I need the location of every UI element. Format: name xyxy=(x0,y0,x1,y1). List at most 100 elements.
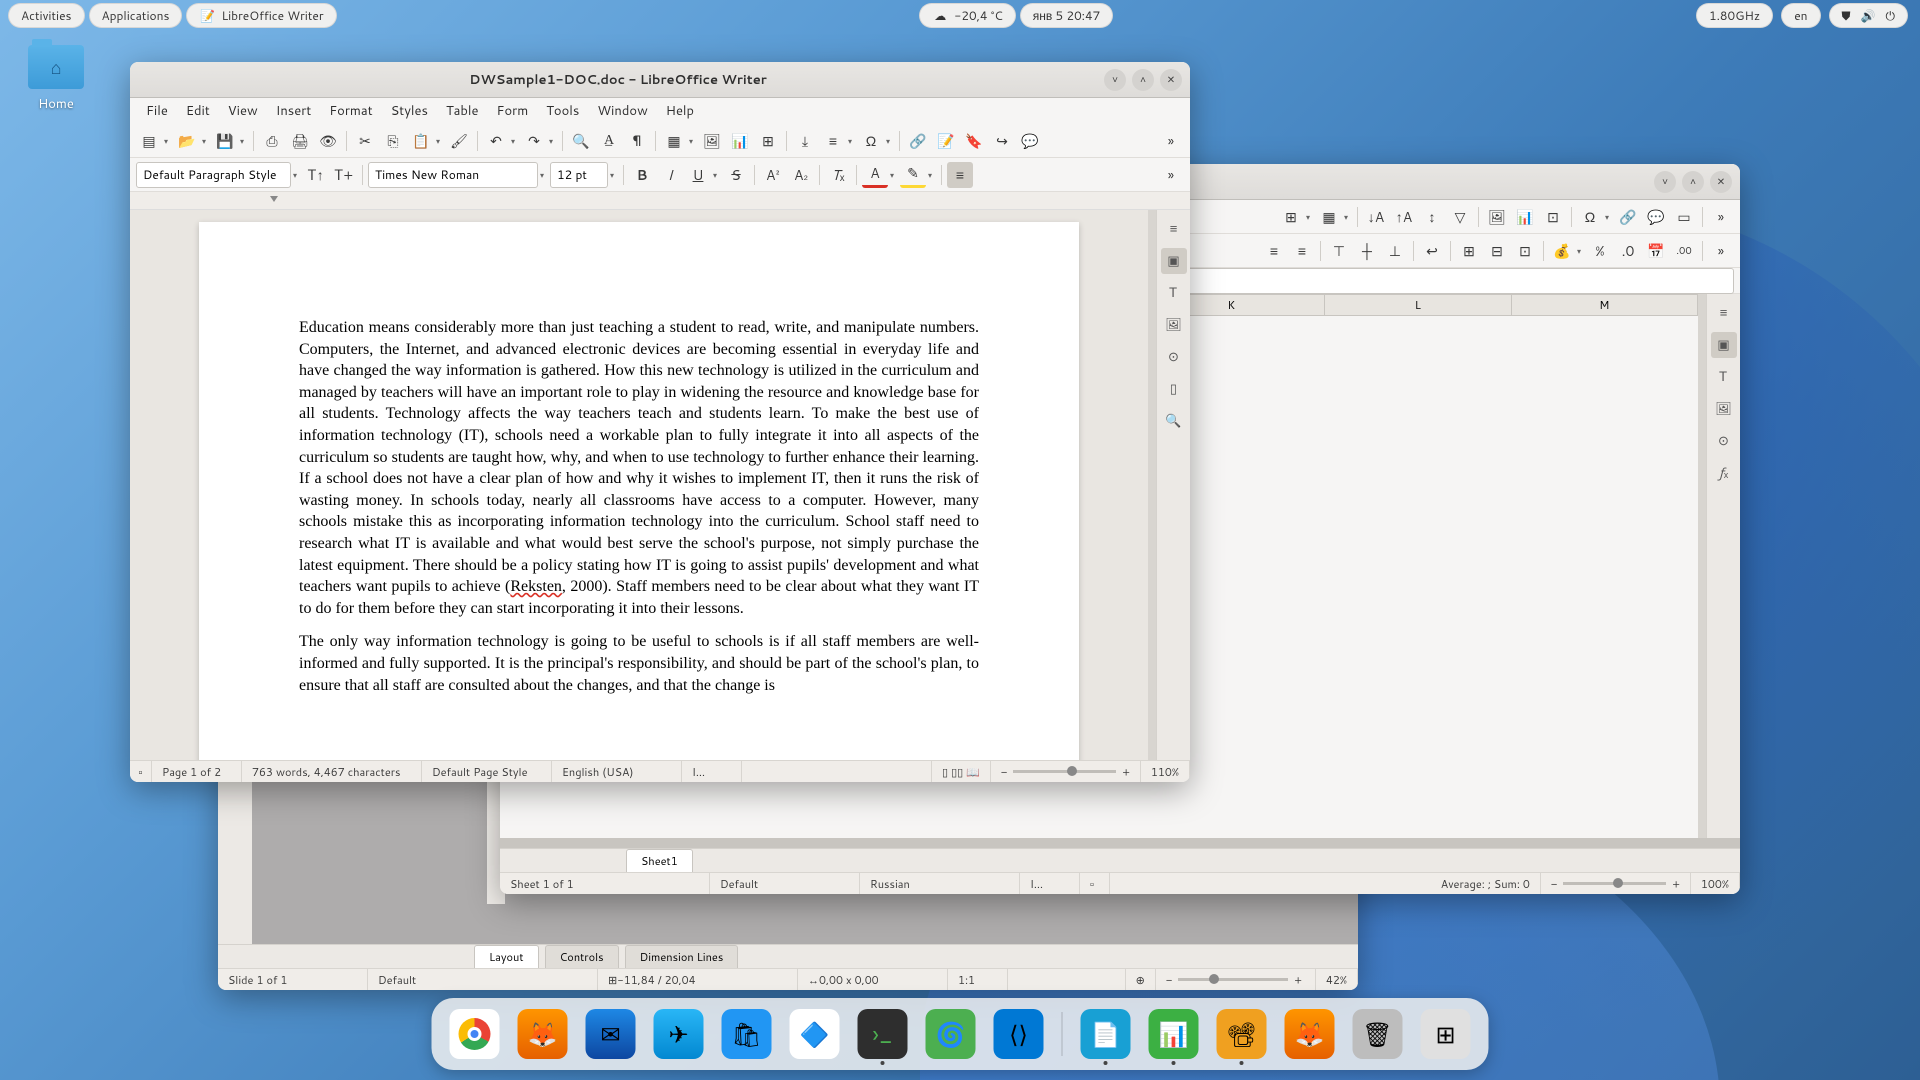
paste-icon[interactable]: 📋 xyxy=(408,128,434,154)
insert-image-icon[interactable]: 🖼 xyxy=(699,128,725,154)
draw-zoom-value[interactable]: 42% xyxy=(1316,969,1358,990)
calc-number-icon[interactable]: .0 xyxy=(1615,238,1641,264)
calc-sort-asc-icon[interactable]: ↓A xyxy=(1363,204,1389,230)
save-icon[interactable]: 💾 xyxy=(212,128,238,154)
status-zoom-value[interactable]: 110% xyxy=(1141,761,1190,782)
calc-sort-desc-icon[interactable]: ↑A xyxy=(1391,204,1417,230)
writer-doc-scroll[interactable]: Education means considerably more than j… xyxy=(130,210,1148,760)
activities-button[interactable]: Activities xyxy=(8,3,85,28)
writer-minimize-button[interactable]: ˅ xyxy=(1104,69,1126,91)
formatting-marks-icon[interactable]: ¶ xyxy=(624,128,650,154)
calc-sheet-tab[interactable]: Sheet1 xyxy=(626,849,693,872)
calc-functions-icon[interactable]: fₓ xyxy=(1711,460,1737,486)
sidebar-gallery-icon[interactable]: 🖼 xyxy=(1161,312,1187,338)
menu-format[interactable]: Format xyxy=(321,99,380,123)
font-name-drop[interactable]: ▾ xyxy=(540,169,548,181)
calc-pivot-icon[interactable]: ⊞ xyxy=(1278,204,1304,230)
doc-paragraph-2[interactable]: The only way information technology is g… xyxy=(299,631,979,696)
writer-titlebar[interactable]: DWSample1-DOC.doc - LibreOffice Writer ˅… xyxy=(130,62,1190,98)
calc-sidebar-menu-icon[interactable]: ≡ xyxy=(1711,300,1737,326)
calc-align-left-icon[interactable]: ≡ xyxy=(1261,238,1287,264)
font-name-combo[interactable]: Times New Roman xyxy=(368,162,538,188)
writer-side-handle[interactable] xyxy=(1148,210,1156,760)
status-language[interactable]: English (USA) xyxy=(552,761,682,782)
menu-insert[interactable]: Insert xyxy=(268,99,320,123)
dock-writer-icon[interactable]: 📄 xyxy=(1081,1009,1131,1059)
calc-summary[interactable]: Average: ; Sum: 0 xyxy=(1110,873,1541,894)
calc-wrap-icon[interactable]: ↩ xyxy=(1419,238,1445,264)
status-view-buttons[interactable]: ▯ ▯▯ 📖 xyxy=(932,761,991,782)
calc-navigator-icon[interactable]: ⊙ xyxy=(1711,428,1737,454)
paragraph-style-combo[interactable]: Default Paragraph Style xyxy=(136,162,291,188)
paragraph-style-drop[interactable]: ▾ xyxy=(293,169,301,181)
copy-icon[interactable]: ⎘ xyxy=(380,128,406,154)
sidebar-properties-icon[interactable]: ▣ xyxy=(1161,248,1187,274)
new-style-icon[interactable]: Ꭲ+ xyxy=(331,162,357,188)
sidebar-page-icon[interactable]: ▯ xyxy=(1161,376,1187,402)
dock-terminal-icon[interactable]: ›_ xyxy=(858,1009,908,1059)
calc-object-icon[interactable]: ⊡ xyxy=(1540,204,1566,230)
menu-form[interactable]: Form xyxy=(489,99,537,123)
align-justify-icon[interactable]: ≡ xyxy=(947,162,973,188)
tab-controls[interactable]: Controls xyxy=(545,945,619,968)
calc-omega-icon[interactable]: Ω xyxy=(1577,204,1603,230)
calc-filter-icon[interactable]: ▽ xyxy=(1447,204,1473,230)
menu-help[interactable]: Help xyxy=(658,99,702,123)
calc-chart-icon[interactable]: 📊 xyxy=(1512,204,1538,230)
calc-gallery-icon[interactable]: 🖼 xyxy=(1711,396,1737,422)
insert-field-icon[interactable]: ≡ xyxy=(820,128,846,154)
footnote-icon[interactable]: 📝 xyxy=(933,128,959,154)
calc-side-handle[interactable] xyxy=(1698,294,1706,838)
insert-textbox-icon[interactable]: ⊞ xyxy=(755,128,781,154)
writer-maximize-button[interactable]: ˄ xyxy=(1132,69,1154,91)
menu-table[interactable]: Table xyxy=(438,99,487,123)
insert-chart-icon[interactable]: 📊 xyxy=(727,128,753,154)
insert-table-icon[interactable]: ▦ xyxy=(661,128,687,154)
calc-merge-icon[interactable]: ⊞ xyxy=(1456,238,1482,264)
special-char-icon[interactable]: Ω xyxy=(858,128,884,154)
bold-icon[interactable]: B xyxy=(629,162,655,188)
dock-firefox-icon[interactable]: 🦊 xyxy=(518,1009,568,1059)
calc-valign-bot-icon[interactable]: ⊥ xyxy=(1382,238,1408,264)
desktop-home-icon[interactable]: ⌂ Home xyxy=(28,45,84,113)
update-style-icon[interactable]: Ꭲ↑ xyxy=(303,162,329,188)
keyboard-layout[interactable]: en xyxy=(1781,3,1820,28)
calc-selection-mode[interactable]: ▫ xyxy=(1080,873,1110,894)
cross-ref-icon[interactable]: ↪ xyxy=(989,128,1015,154)
tab-dimension-lines[interactable]: Dimension Lines xyxy=(625,945,739,968)
italic-icon[interactable]: I xyxy=(657,162,683,188)
clock-indicator[interactable]: янв 5 20:47 xyxy=(1020,3,1114,28)
toolbar2-more-icon[interactable]: » xyxy=(1158,162,1184,188)
calc-unmerge-icon[interactable]: ⊟ xyxy=(1484,238,1510,264)
superscript-icon[interactable]: A² xyxy=(760,162,786,188)
active-app-indicator[interactable]: 📝 LibreOffice Writer xyxy=(186,3,336,28)
subscript-icon[interactable]: A₂ xyxy=(788,162,814,188)
calc-lang-status[interactable]: Russian xyxy=(860,873,1020,894)
dock-telegram-icon[interactable]: ✈ xyxy=(654,1009,704,1059)
calc-link-icon[interactable]: 🔗 xyxy=(1615,204,1641,230)
writer-ruler[interactable] xyxy=(130,192,1190,210)
dock-impress-icon[interactable]: 📽 xyxy=(1217,1009,1267,1059)
dock-calc-icon[interactable]: 📊 xyxy=(1149,1009,1199,1059)
calc-decimal-icon[interactable]: .00 xyxy=(1671,238,1697,264)
draw-fit-icon[interactable]: ⊕ xyxy=(1126,969,1156,990)
dock-vscode-icon[interactable]: ⟨⟩ xyxy=(994,1009,1044,1059)
calc-hscroll[interactable] xyxy=(500,838,1740,848)
writer-close-button[interactable]: ✕ xyxy=(1160,69,1182,91)
calc-valign-mid-icon[interactable]: ┼ xyxy=(1354,238,1380,264)
calc-headers-icon[interactable]: ▭ xyxy=(1671,204,1697,230)
menu-tools[interactable]: Tools xyxy=(538,99,587,123)
calc-valign-top-icon[interactable]: ⊤ xyxy=(1326,238,1352,264)
status-zoom-slider[interactable]: − + xyxy=(991,761,1141,782)
calc-minimize-button[interactable]: ˅ xyxy=(1654,171,1676,193)
menu-file[interactable]: File xyxy=(138,99,176,123)
calc-col-m[interactable]: M xyxy=(1511,295,1698,316)
calc-styles-icon[interactable]: Ꭲ xyxy=(1711,364,1737,390)
menu-edit[interactable]: Edit xyxy=(178,99,218,123)
dock-trash-icon[interactable]: 🗑 xyxy=(1353,1009,1403,1059)
export-pdf-icon[interactable]: ⎙ xyxy=(259,128,285,154)
sidebar-navigator-icon[interactable]: ⊙ xyxy=(1161,344,1187,370)
status-page-style[interactable]: Default Page Style xyxy=(422,761,552,782)
applications-button[interactable]: Applications xyxy=(89,3,183,28)
calc-comment-icon[interactable]: 💬 xyxy=(1643,204,1669,230)
